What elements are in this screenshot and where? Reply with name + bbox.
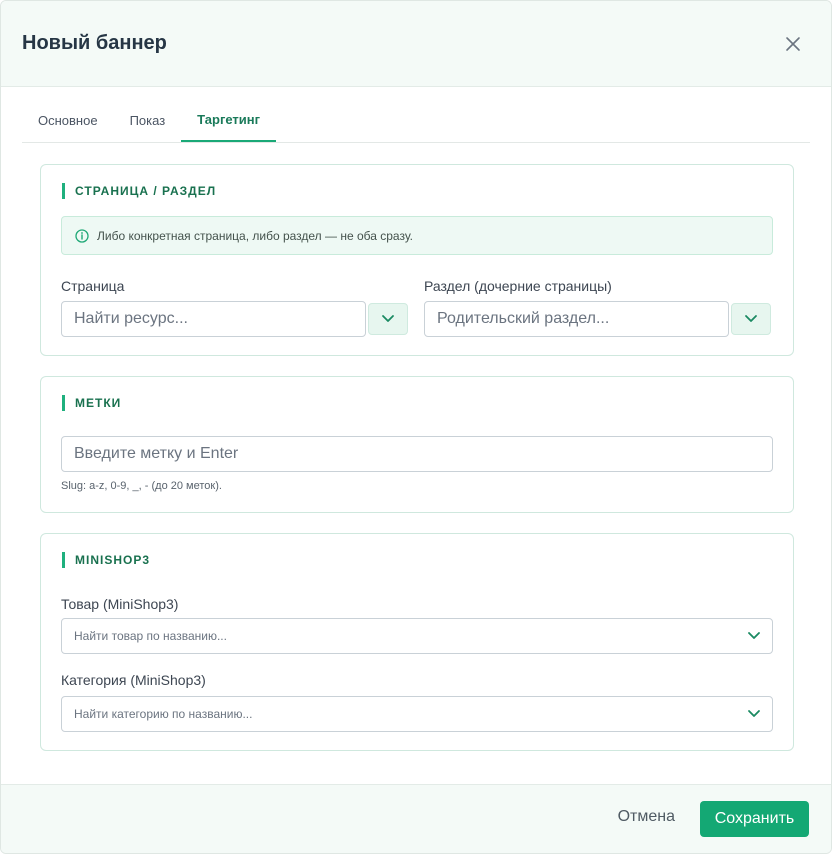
dialog-footer: Отмена Сохранить [1, 784, 831, 853]
page-dropdown-button[interactable] [368, 303, 408, 335]
chevron-down-icon [746, 707, 762, 721]
close-button[interactable] [777, 28, 809, 60]
tab-basic[interactable]: Основное [22, 98, 114, 142]
tags-hint: Slug: a-z, 0-9, _, - (до 20 меток). [61, 480, 222, 492]
tags-section-card: МЕТКИ Введите метку и Enter Slug: a-z, 0… [40, 376, 794, 513]
parent-dropdown-button[interactable] [731, 303, 771, 335]
page-search-placeholder: Найти ресурс... [74, 310, 188, 327]
save-button[interactable]: Сохранить [700, 801, 809, 837]
chevron-down-icon [745, 315, 757, 322]
product-label: Товар (MiniShop3) [61, 596, 179, 612]
parent-section-label: Раздел (дочерние страницы) [424, 278, 612, 294]
page-section-title: СТРАНИЦА / РАЗДЕЛ [62, 183, 216, 199]
info-text: Либо конкретная страница, либо раздел — … [97, 228, 413, 243]
parent-section-input[interactable]: Родительский раздел... [424, 301, 729, 337]
product-select-placeholder: Найти товар по названию... [74, 629, 227, 643]
tags-section-title: МЕТКИ [62, 395, 121, 411]
page-section-card: СТРАНИЦА / РАЗДЕЛ Либо конкретная страни… [40, 164, 794, 356]
tab-targeting[interactable]: Таргетинг [181, 98, 277, 142]
product-select[interactable]: Найти товар по названию... [61, 618, 773, 654]
category-select[interactable]: Найти категорию по названию... [61, 696, 773, 732]
tag-input[interactable]: Введите метку и Enter [61, 436, 773, 472]
dialog-header: Новый баннер [1, 1, 831, 87]
minishop-section-card: MINISHOP3 Товар (MiniShop3) Найти товар … [40, 533, 794, 751]
page-label: Страница [61, 278, 125, 294]
parent-section-placeholder: Родительский раздел... [437, 310, 610, 327]
close-icon [786, 36, 800, 51]
new-banner-dialog: Новый баннер Основное Показ Таргетинг СТ… [0, 0, 832, 854]
chevron-down-icon [382, 315, 394, 322]
minishop-section-title: MINISHOP3 [62, 552, 150, 568]
tag-input-placeholder: Введите метку и Enter [74, 445, 239, 462]
info-icon [75, 228, 89, 243]
tab-bar: Основное Показ Таргетинг [22, 98, 810, 143]
chevron-down-icon [746, 629, 762, 643]
cancel-button[interactable]: Отмена [618, 808, 675, 826]
tab-display[interactable]: Показ [114, 98, 182, 142]
info-alert: Либо конкретная страница, либо раздел — … [61, 216, 773, 255]
category-select-placeholder: Найти категорию по названию... [74, 707, 253, 721]
category-label: Категория (MiniShop3) [61, 672, 206, 688]
page-search-input[interactable]: Найти ресурс... [61, 301, 366, 337]
dialog-title: Новый баннер [22, 32, 167, 54]
